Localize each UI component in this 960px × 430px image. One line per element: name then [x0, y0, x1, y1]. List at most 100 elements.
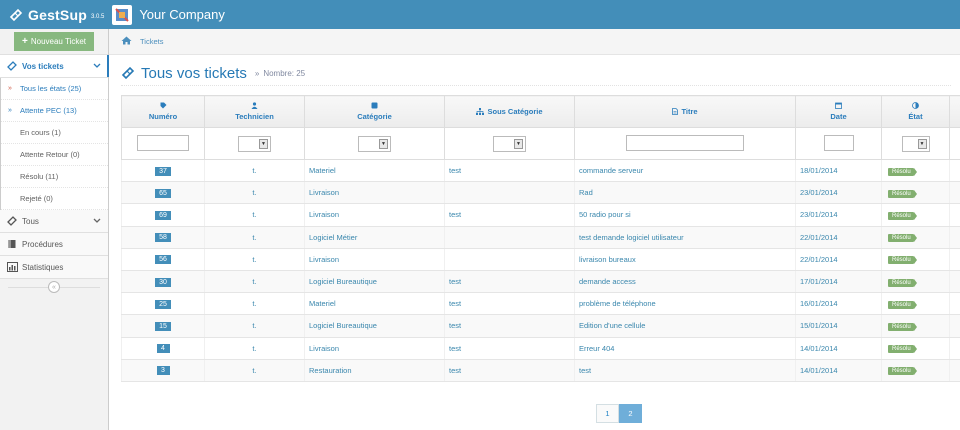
- cell-text[interactable]: t.: [252, 277, 256, 286]
- cell-text[interactable]: test: [449, 299, 461, 308]
- cell-text[interactable]: 23/01/2014: [800, 210, 838, 219]
- cell-text[interactable]: 23/01/2014: [800, 188, 838, 197]
- column-header-sous-categorie[interactable]: Sous Catégorie: [444, 95, 575, 128]
- sidebar-subitem-tous-etats[interactable]: » Tous les états (25): [1, 78, 108, 100]
- sous-categorie-filter-select[interactable]: ▼: [493, 135, 526, 152]
- sidebar-item-tous[interactable]: Tous: [0, 210, 108, 233]
- column-header-categorie[interactable]: Catégorie: [304, 95, 445, 128]
- home-icon[interactable]: [121, 36, 132, 47]
- cell-text[interactable]: demande access: [579, 277, 636, 286]
- cell-text[interactable]: test: [449, 344, 461, 353]
- cell-text[interactable]: test: [449, 166, 461, 175]
- cell-text[interactable]: test demande logiciel utilisateur: [579, 233, 684, 242]
- sidebar-subitem-resolu[interactable]: Résolu (11): [1, 166, 108, 188]
- table-row[interactable]: 25 t. Materiel test problème de téléphone 16/…: [121, 292, 960, 316]
- ticket-number-badge[interactable]: 65: [155, 188, 171, 198]
- numero-filter-input[interactable]: [137, 134, 189, 151]
- cell-text[interactable]: t.: [252, 210, 256, 219]
- etat-filter-select[interactable]: ▼: [901, 135, 930, 152]
- cell-text[interactable]: Livraison: [309, 344, 339, 353]
- cell-text[interactable]: t.: [252, 233, 256, 242]
- cell-text[interactable]: t.: [252, 366, 256, 375]
- cell-text[interactable]: 50 radio pour si: [579, 210, 631, 219]
- cell-text[interactable]: t.: [252, 299, 256, 308]
- ticket-number-badge[interactable]: 58: [155, 233, 171, 243]
- cell-text[interactable]: Logiciel Bureautique: [309, 277, 377, 286]
- cell-text[interactable]: Materiel: [309, 166, 336, 175]
- sidebar-subitem-rejete[interactable]: Rejeté (0): [1, 188, 108, 210]
- sidebar-item-statistiques[interactable]: Statistiques: [0, 256, 108, 279]
- cell-text[interactable]: test: [579, 366, 591, 375]
- cell-text[interactable]: Livraison: [309, 210, 339, 219]
- column-header-date[interactable]: Date: [795, 95, 882, 128]
- ticket-number-badge[interactable]: 37: [155, 166, 171, 176]
- cell-text[interactable]: test: [449, 321, 461, 330]
- column-header-technicien[interactable]: Technicien: [204, 95, 305, 128]
- cell-text[interactable]: t.: [252, 255, 256, 264]
- ticket-number-badge[interactable]: 15: [155, 321, 171, 331]
- cell-text[interactable]: Logiciel Métier: [309, 233, 357, 242]
- column-header-numero[interactable]: Numéro: [121, 95, 205, 128]
- table-row[interactable]: 56 t. Livraison livraison bureaux 22/01/2014…: [121, 248, 960, 271]
- table-row[interactable]: 37 t. Materiel test commande serveur 18/01/20…: [121, 159, 960, 183]
- table-row[interactable]: 4 t. Livraison test Erreur 404 14/01/2014 Réso…: [121, 337, 960, 360]
- cell-text[interactable]: Edition d'une cellule: [579, 321, 645, 330]
- cell-text[interactable]: 15/01/2014: [800, 321, 838, 330]
- sidebar-item-procedures[interactable]: Procédures: [0, 233, 108, 256]
- technicien-filter-select[interactable]: ▼: [238, 135, 271, 152]
- cell-text[interactable]: Livraison: [309, 188, 339, 197]
- cell-text[interactable]: t.: [252, 188, 256, 197]
- column-header-label: Technicien: [235, 112, 274, 121]
- sidebar-collapse-button[interactable]: «: [48, 281, 60, 293]
- cell-text[interactable]: livraison bureaux: [579, 255, 636, 264]
- table-row[interactable]: 58 t. Logiciel Métier test demande logiciel…: [121, 226, 960, 249]
- cell-text[interactable]: test: [449, 210, 461, 219]
- table-row[interactable]: 69 t. Livraison test 50 radio pour si 23/01/2…: [121, 203, 960, 227]
- new-ticket-button[interactable]: + Nouveau Ticket: [14, 32, 94, 51]
- cell-text[interactable]: 14/01/2014: [800, 344, 838, 353]
- sidebar-subitem-attente-retour[interactable]: Attente Retour (0): [1, 144, 108, 166]
- cell-text[interactable]: 14/01/2014: [800, 366, 838, 375]
- cell-text[interactable]: t.: [252, 166, 256, 175]
- table-row[interactable]: 65 t. Livraison Rad 23/01/2014 Résolu: [121, 181, 960, 205]
- cell-text[interactable]: t.: [252, 344, 256, 353]
- sidebar-subitem-attente-pec[interactable]: » Attente PEC (13): [1, 100, 108, 122]
- cell-text[interactable]: problème de téléphone: [579, 299, 656, 308]
- page-button[interactable]: 1: [596, 404, 619, 423]
- ticket-number-badge[interactable]: 4: [156, 344, 170, 354]
- titre-filter-input[interactable]: [626, 134, 744, 151]
- cell-text[interactable]: t.: [252, 321, 256, 330]
- cell-text[interactable]: Rad: [579, 188, 593, 197]
- categorie-filter-select[interactable]: ▼: [358, 135, 391, 152]
- sidebar-subitem-en-cours[interactable]: En cours (1): [1, 122, 108, 144]
- ticket-number-badge[interactable]: 30: [155, 277, 171, 287]
- breadcrumb-tickets-link[interactable]: Tickets: [140, 37, 163, 46]
- cell-text[interactable]: Erreur 404: [579, 344, 614, 353]
- cell-text[interactable]: commande serveur: [579, 166, 643, 175]
- table-row[interactable]: 3 t. Restauration test test 14/01/2014 Résolu: [121, 359, 960, 382]
- cell-text[interactable]: 18/01/2014: [800, 166, 838, 175]
- page-button[interactable]: 2: [619, 404, 642, 423]
- cell-text[interactable]: Livraison: [309, 255, 339, 264]
- ticket-number-badge[interactable]: 56: [155, 255, 171, 265]
- sidebar-item-vos-tickets[interactable]: Vos tickets: [0, 55, 109, 78]
- column-header-etat[interactable]: État: [881, 95, 950, 128]
- tickets-table-wrapper: Numéro Technicien Catégorie Sous Catégor…: [121, 95, 960, 382]
- date-filter-input[interactable]: [823, 134, 854, 151]
- table-row[interactable]: 15 t. Logiciel Bureautique test Edition d'un…: [121, 314, 960, 338]
- cell-text[interactable]: test: [449, 277, 461, 286]
- cell-text[interactable]: 22/01/2014: [800, 255, 838, 264]
- cell-text[interactable]: 17/01/2014: [800, 277, 838, 286]
- column-header-titre[interactable]: Titre: [574, 95, 796, 128]
- cell-text[interactable]: 22/01/2014: [800, 233, 838, 242]
- ticket-number-badge[interactable]: 69: [155, 210, 171, 220]
- cell-text[interactable]: Restauration: [309, 366, 352, 375]
- cell-text[interactable]: 16/01/2014: [800, 299, 838, 308]
- brand-name[interactable]: GestSup: [28, 7, 87, 23]
- table-row[interactable]: 30 t. Logiciel Bureautique test demande acce…: [121, 270, 960, 294]
- cell-text[interactable]: Materiel: [309, 299, 336, 308]
- ticket-number-badge[interactable]: 25: [155, 299, 171, 309]
- ticket-number-badge[interactable]: 3: [156, 366, 170, 376]
- cell-text[interactable]: test: [449, 366, 461, 375]
- cell-text[interactable]: Logiciel Bureautique: [309, 321, 377, 330]
